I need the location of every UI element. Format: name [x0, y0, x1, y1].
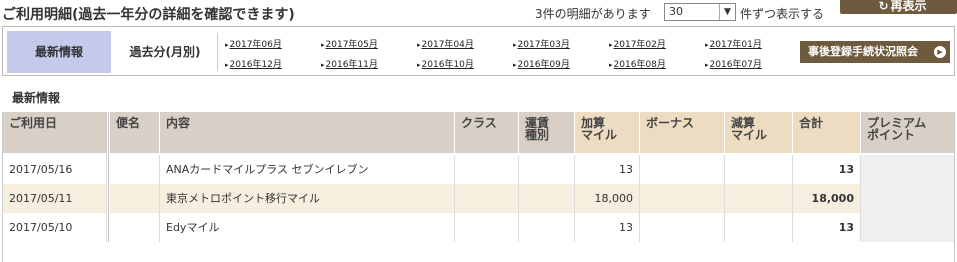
header-date: ご利用日	[3, 112, 107, 153]
chevron-down-icon: ▼	[719, 4, 735, 20]
month-link-2016-07[interactable]: ▸2016年07月	[705, 57, 762, 70]
cell-bonus	[640, 213, 725, 242]
cell-deducted-miles	[725, 155, 793, 184]
arrow-right-icon: ▶	[934, 46, 946, 58]
cell-added-miles: 13	[575, 213, 640, 242]
triangle-right-icon: ▸	[705, 41, 709, 49]
cell-class	[455, 155, 519, 184]
triangle-right-icon: ▸	[417, 41, 421, 49]
table-row: 2017/05/11 東京メトロポイント移行マイル 18,000 18,000	[3, 184, 954, 213]
triangle-right-icon: ▸	[225, 41, 229, 49]
header-content: 内容	[160, 112, 455, 153]
triangle-right-icon: ▸	[321, 61, 325, 69]
cell-added-miles: 13	[575, 155, 640, 184]
table-row: 2017/05/16 ANAカードマイルプラス セブンイレブン 13 13	[3, 155, 954, 184]
tab-past-monthly[interactable]: 過去分(月別)	[115, 31, 215, 73]
post-registration-label: 事後登録手続状況照会	[808, 45, 918, 58]
redisplay-button[interactable]: ↻ 再表示	[840, 0, 957, 14]
table-row: 2017/05/10 Edyマイル 13 13	[3, 213, 954, 242]
per-page-value: 30	[669, 5, 683, 18]
cell-content: Edyマイル	[160, 213, 455, 242]
triangle-right-icon: ▸	[417, 61, 421, 69]
header-premium-points: プレミアム ポイント	[861, 112, 954, 153]
triangle-right-icon: ▸	[513, 61, 517, 69]
cell-total: 18,000	[793, 184, 861, 213]
cell-flight	[110, 155, 160, 184]
header-total: 合計	[793, 112, 861, 153]
cell-content: 東京メトロポイント移行マイル	[160, 184, 455, 213]
month-link-2017-03[interactable]: ▸2017年03月	[513, 37, 570, 50]
header-flight: 便名	[110, 112, 160, 153]
month-link-2016-09[interactable]: ▸2016年09月	[513, 57, 570, 70]
cell-deducted-miles	[725, 213, 793, 242]
cell-flight	[110, 184, 160, 213]
month-link-2016-12[interactable]: ▸2016年12月	[225, 57, 282, 70]
header-deducted-miles: 減算 マイル	[725, 112, 793, 153]
cell-premium-points	[861, 213, 954, 242]
cell-class	[455, 213, 519, 242]
cell-date: 2017/05/16	[3, 155, 107, 184]
cell-premium-points	[861, 184, 954, 213]
cell-flight	[110, 213, 160, 242]
cell-total: 13	[793, 155, 861, 184]
per-page-select[interactable]: 30 ▼	[664, 3, 736, 21]
per-page-suffix: 件ずつ表示する	[740, 7, 825, 21]
section-label: 最新情報	[12, 91, 61, 105]
month-link-2017-04[interactable]: ▸2017年04月	[417, 37, 474, 50]
redisplay-label: 再表示	[890, 0, 927, 13]
cell-bonus	[640, 184, 725, 213]
cell-content: ANAカードマイルプラス セブンイレブン	[160, 155, 455, 184]
cell-fare-type	[519, 213, 575, 242]
tab-latest[interactable]: 最新情報	[7, 31, 111, 73]
triangle-right-icon: ▸	[321, 41, 325, 49]
header-fare-type: 運賃 種別	[519, 112, 575, 153]
month-link-2017-01[interactable]: ▸2017年01月	[705, 37, 762, 50]
month-link-2017-02[interactable]: ▸2017年02月	[609, 37, 666, 50]
header-bonus: ボーナス	[640, 112, 725, 153]
triangle-right-icon: ▸	[705, 61, 709, 69]
triangle-right-icon: ▸	[513, 41, 517, 49]
period-selector: 最新情報 過去分(月別) ▸2017年06月 ▸2017年05月 ▸2017年0…	[2, 26, 955, 76]
month-link-2016-10[interactable]: ▸2016年10月	[417, 57, 474, 70]
triangle-right-icon: ▸	[225, 61, 229, 69]
header-added-miles: 加算 マイル	[575, 112, 640, 153]
month-link-2017-06[interactable]: ▸2017年06月	[225, 37, 282, 50]
cell-premium-points	[861, 155, 954, 184]
cell-date: 2017/05/10	[3, 213, 107, 242]
cell-fare-type	[519, 184, 575, 213]
cell-deducted-miles	[725, 184, 793, 213]
divider	[217, 33, 218, 71]
triangle-right-icon: ▸	[609, 41, 613, 49]
month-link-2016-08[interactable]: ▸2016年08月	[609, 57, 666, 70]
refresh-icon: ↻	[878, 0, 889, 13]
page-title: ご利用明細(過去一年分の詳細を確認できます)	[2, 7, 295, 23]
cell-bonus	[640, 155, 725, 184]
header-class: クラス	[455, 112, 519, 153]
cell-added-miles: 18,000	[575, 184, 640, 213]
triangle-right-icon: ▸	[609, 61, 613, 69]
month-link-2016-11[interactable]: ▸2016年11月	[321, 57, 378, 70]
cell-fare-type	[519, 155, 575, 184]
cell-class	[455, 184, 519, 213]
post-registration-status-button[interactable]: 事後登録手続状況照会 ▶	[800, 41, 950, 63]
cell-total: 13	[793, 213, 861, 242]
result-count: 3件の明細があります	[535, 7, 651, 21]
cell-date: 2017/05/11	[3, 184, 107, 213]
month-link-2017-05[interactable]: ▸2017年05月	[321, 37, 378, 50]
top-bar: ご利用明細(過去一年分の詳細を確認できます) 3件の明細があります 30 ▼ 件…	[0, 0, 957, 26]
mileage-table: ご利用日 便名 内容 クラス 運賃 種別 加算 マイル ボーナス 減算 マイル …	[2, 112, 955, 262]
